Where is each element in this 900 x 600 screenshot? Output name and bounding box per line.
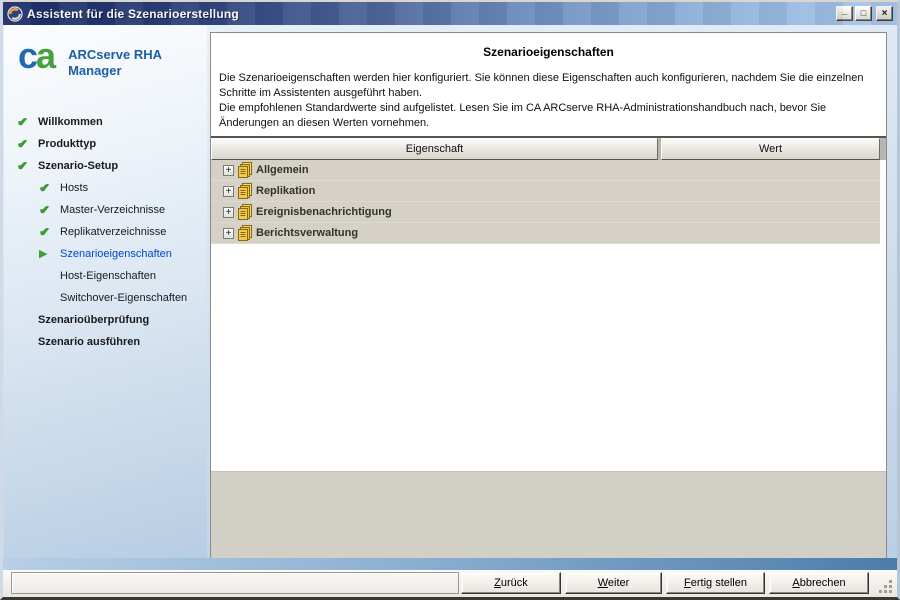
back-button[interactable]: Zurück: [461, 572, 561, 594]
maximize-button[interactable]: □: [855, 6, 872, 21]
step-szenariouberprufung[interactable]: Szenarioüberprüfung: [4, 309, 207, 331]
check-icon: ✔: [39, 181, 50, 195]
brand-text: ARCserve RHA Manager: [68, 47, 162, 79]
property-group-berichtsverwaltung[interactable]: + Berichtsverwaltung: [211, 223, 880, 244]
wizard-window: Assistent für die Szenarioerstellung _ □…: [0, 0, 900, 600]
close-icon: ×: [881, 7, 888, 19]
step-produkttyp[interactable]: ✔ Produkttyp: [4, 133, 207, 155]
step-szenario-ausfuhren[interactable]: Szenario ausführen: [4, 331, 207, 353]
step-switchover-eigenschaften[interactable]: Switchover-Eigenschaften: [4, 287, 207, 309]
property-group-allgemein[interactable]: + Allgemein: [211, 160, 880, 181]
wizard-steps: ✔ Willkommen ✔ Produkttyp ✔ Szenario-Set…: [4, 111, 207, 353]
cancel-button[interactable]: Abbrechen: [769, 572, 869, 594]
step-willkommen[interactable]: ✔ Willkommen: [4, 111, 207, 133]
description-line2: Die empfohlenen Standardwerte sind aufge…: [219, 102, 827, 129]
resize-grip[interactable]: [878, 579, 892, 593]
check-icon: ✔: [17, 115, 28, 129]
properties-tree: + Allgemein + Replikation + Ereignisbena…: [211, 160, 880, 244]
step-replikatverzeichnisse[interactable]: ✔ Replikatverzeichnisse: [4, 221, 207, 243]
property-group-icon: [238, 204, 252, 220]
property-group-ereignisbenachrichtigung[interactable]: + Ereignisbenachrichtigung: [211, 202, 880, 223]
window-title: Assistent für die Szenarioerstellung: [27, 6, 239, 21]
expand-icon[interactable]: +: [223, 185, 234, 197]
current-step-icon: ▶: [39, 248, 48, 260]
wizard-navigation: Zurück Weiter Fertig stellen Abbrechen: [461, 572, 869, 594]
minimize-icon: _: [841, 4, 848, 16]
main-panel: Szenarioeigenschaften Die Szenarioeigens…: [210, 32, 887, 560]
property-group-icon: [238, 162, 252, 178]
maximize-icon: □: [860, 8, 867, 18]
expand-icon[interactable]: +: [223, 164, 234, 176]
property-group-replikation[interactable]: + Replikation: [211, 181, 880, 202]
close-button[interactable]: ×: [876, 6, 893, 21]
check-icon: ✔: [17, 137, 28, 151]
step-hosts[interactable]: ✔ Hosts: [4, 177, 207, 199]
next-button[interactable]: Weiter: [565, 572, 662, 594]
step-host-eigenschaften[interactable]: Host-Eigenschaften: [4, 265, 207, 287]
check-icon: ✔: [17, 159, 28, 173]
brand-block: ca ARCserve RHA Manager: [4, 25, 207, 107]
details-panel: [211, 471, 886, 559]
app-icon: [7, 5, 23, 22]
page-title: Szenarioeigenschaften: [483, 45, 614, 59]
properties-table-header: Eigenschaft Wert: [211, 136, 886, 160]
brand-line2: Manager: [68, 63, 122, 78]
description-text: Die Szenarioeigenschaften werden hier ko…: [211, 59, 886, 131]
check-icon: ✔: [39, 203, 50, 217]
check-icon: ✔: [39, 225, 50, 239]
step-master-verzeichnisse[interactable]: ✔ Master-Verzeichnisse: [4, 199, 207, 221]
minimize-button[interactable]: _: [836, 4, 853, 21]
expand-icon[interactable]: +: [223, 206, 234, 218]
step-szenario-setup[interactable]: ✔ Szenario-Setup: [4, 155, 207, 177]
brand-line1: ARCserve RHA: [68, 47, 162, 62]
property-group-icon: [238, 183, 252, 199]
status-area: [11, 572, 459, 594]
description-line1: Die Szenarioeigenschaften werden hier ko…: [219, 72, 864, 99]
property-group-icon: [238, 225, 252, 241]
title-bar[interactable]: Assistent für die Szenarioerstellung _ □…: [3, 2, 897, 25]
footer-bar: Zurück Weiter Fertig stellen Abbrechen: [3, 570, 897, 597]
expand-icon[interactable]: +: [223, 227, 234, 239]
separator-band: [3, 558, 897, 570]
wizard-sidebar: ca ARCserve RHA Manager ✔ Willkommen ✔ P…: [4, 25, 207, 558]
step-szenarioeigenschaften[interactable]: ▶ Szenarioeigenschaften: [4, 243, 207, 265]
column-header-eigenschaft[interactable]: Eigenschaft: [211, 138, 658, 160]
column-header-wert[interactable]: Wert: [661, 138, 880, 160]
finish-button[interactable]: Fertig stellen: [666, 572, 765, 594]
ca-logo: ca: [18, 35, 56, 76]
